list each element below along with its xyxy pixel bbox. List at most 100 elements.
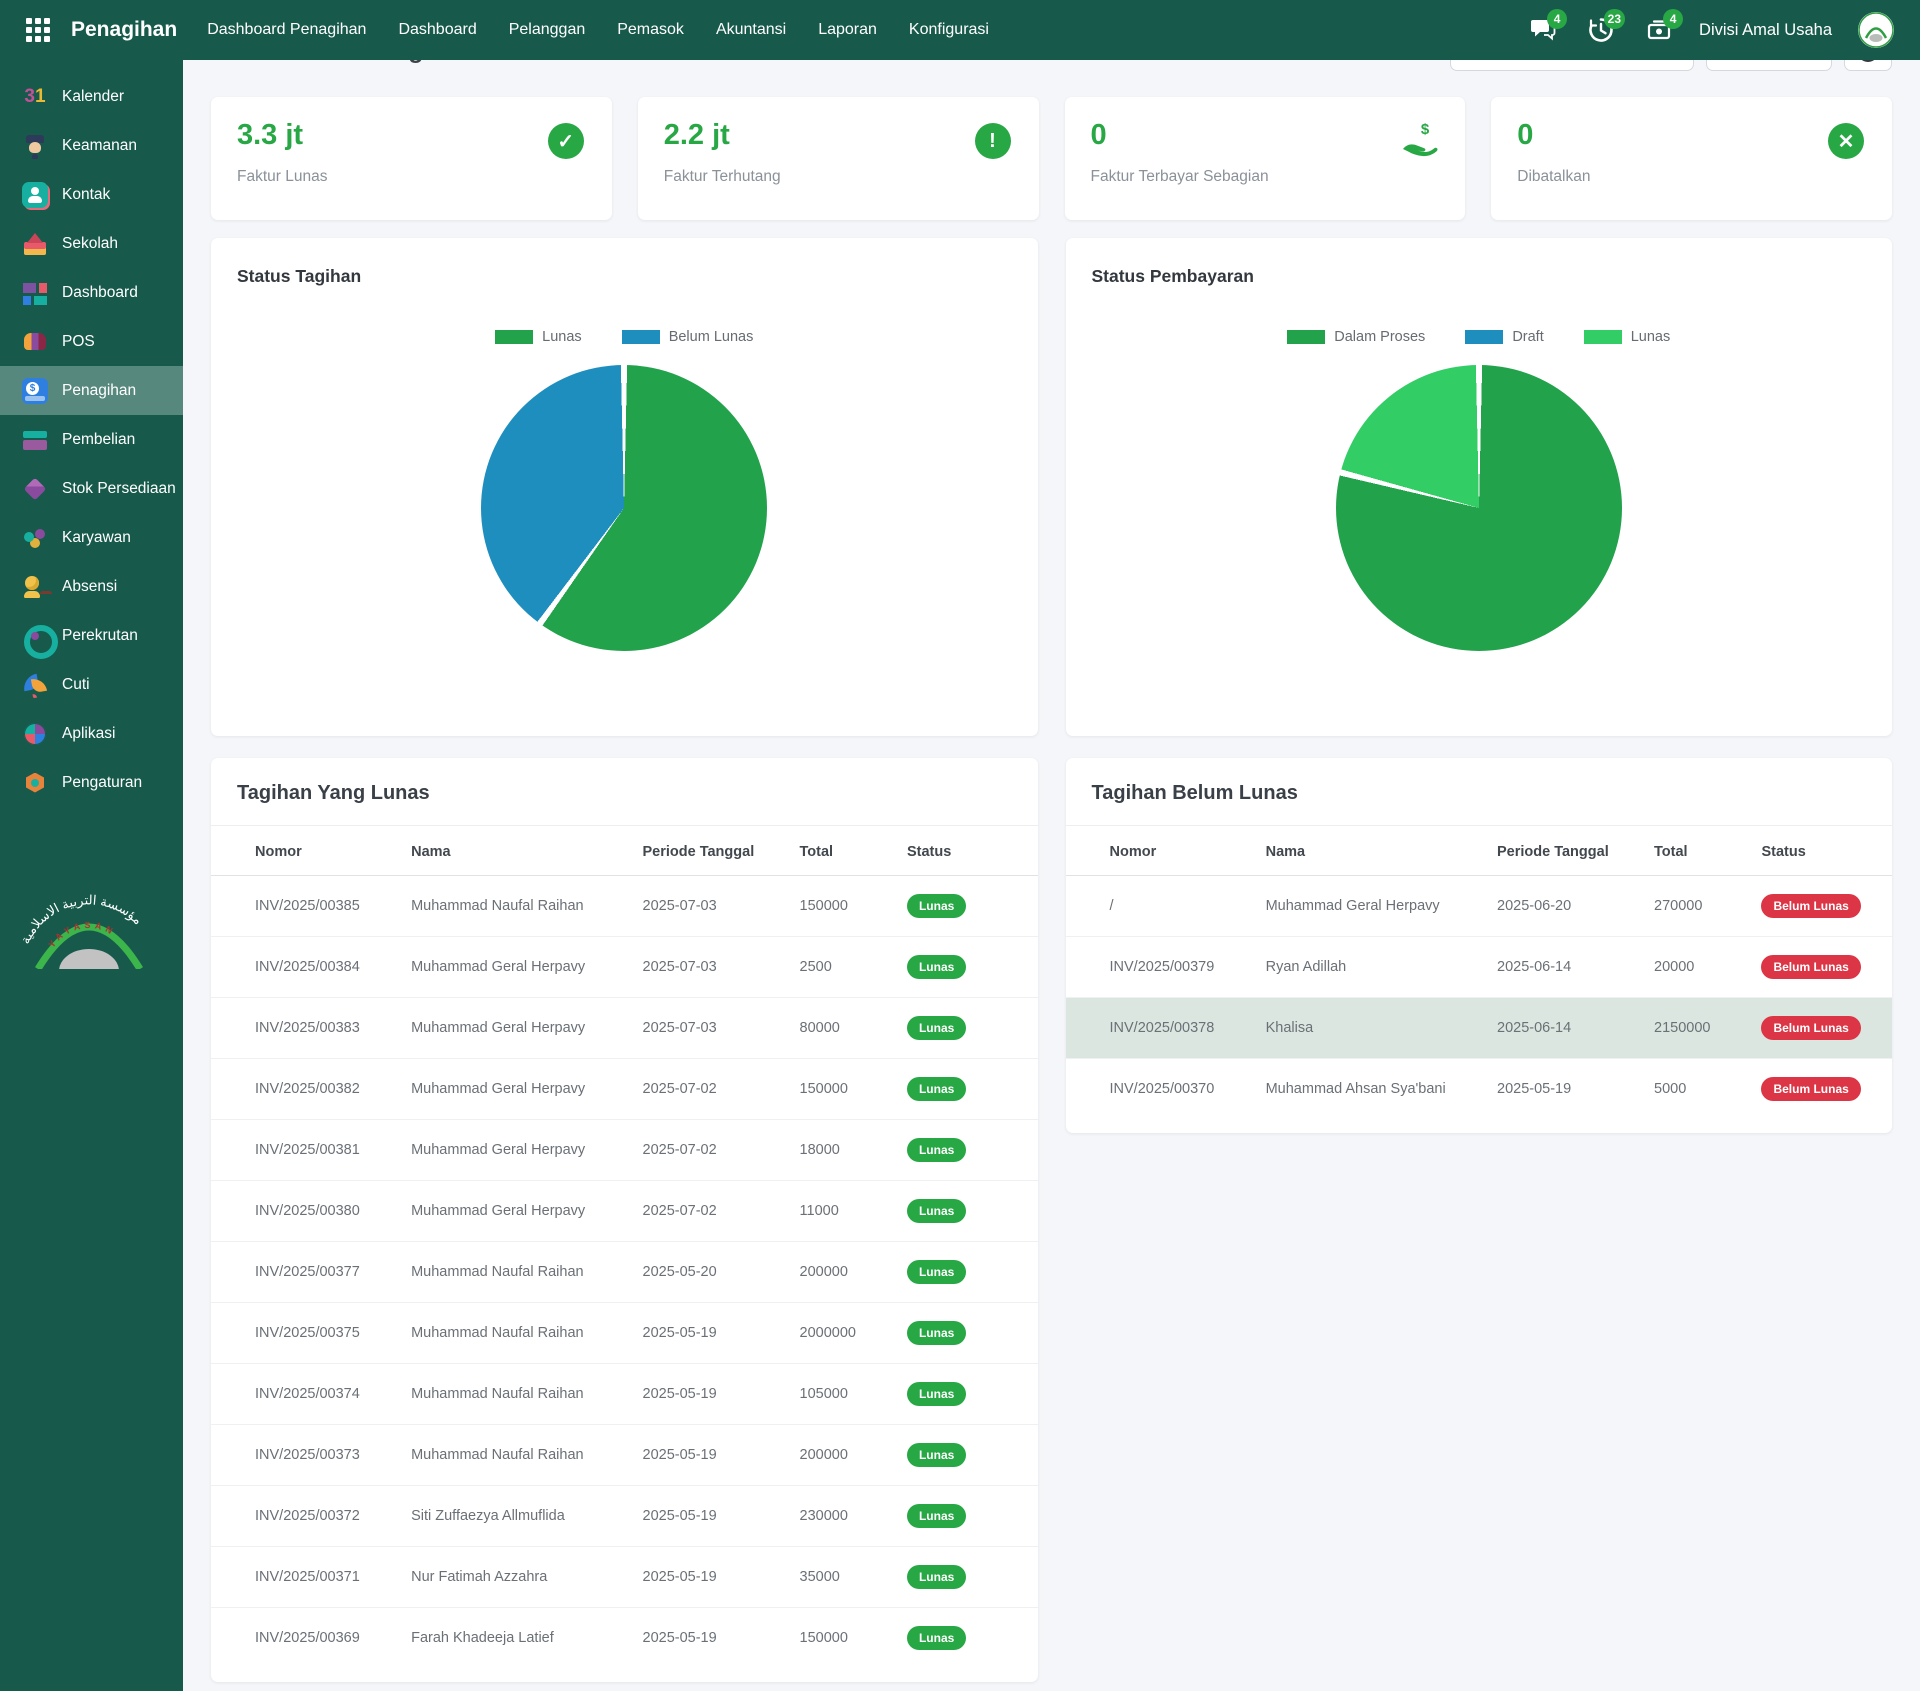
cell-periode: 2025-05-20 [633, 1242, 790, 1303]
cell-nomor: INV/2025/00383 [211, 998, 401, 1059]
notification-icons: 4 23 4 [1529, 16, 1673, 44]
chat-icon[interactable]: 4 [1529, 16, 1557, 44]
table-row[interactable]: INV/2025/00383Muhammad Geral Herpavy2025… [211, 998, 1038, 1059]
table-row[interactable]: INV/2025/00378Khalisa2025-06-142150000Be… [1066, 998, 1893, 1059]
sidebar-item-penagihan[interactable]: Penagihan [0, 366, 183, 415]
user-name[interactable]: Divisi Amal Usaha [1699, 21, 1832, 40]
legend-item-draft[interactable]: Draft [1465, 329, 1543, 345]
cell-total: 5000 [1644, 1059, 1751, 1120]
pos-awning-icon [22, 329, 48, 355]
cell-nomor: INV/2025/00379 [1066, 937, 1256, 998]
table-card-tagihan-yang-lunas: Tagihan Yang LunasNomorNamaPeriode Tangg… [211, 758, 1038, 1682]
cell-total: 80000 [790, 998, 897, 1059]
legend-label: Belum Lunas [669, 329, 754, 345]
billing-icon [22, 378, 48, 404]
sidebar-item-pengaturan[interactable]: Pengaturan [0, 758, 183, 807]
column-header-total: Total [790, 826, 897, 876]
cell-periode: 2025-05-19 [633, 1608, 790, 1669]
svg-text:$: $ [1421, 121, 1430, 138]
menu-item-konfigurasi[interactable]: Konfigurasi [909, 21, 989, 39]
legend-label: Lunas [542, 329, 582, 345]
menu-item-laporan[interactable]: Laporan [818, 21, 877, 39]
menu-item-dashboard[interactable]: Dashboard [398, 21, 476, 39]
sidebar-item-stok-persediaan[interactable]: Stok Persediaan [0, 464, 183, 513]
status-badge: Lunas [907, 1016, 966, 1040]
cell-total: 150000 [790, 1059, 897, 1120]
sidebar-nav: KalenderKeamananKontakSekolahDashboardPO… [0, 72, 183, 807]
table-title: Tagihan Yang Lunas [237, 782, 1012, 805]
dashboard-icon [22, 280, 48, 306]
legend-item-belum-lunas[interactable]: Belum Lunas [622, 329, 754, 345]
table-row[interactable]: INV/2025/00370Muhammad Ahsan Sya'bani202… [1066, 1059, 1893, 1120]
legend-item-dalam-proses[interactable]: Dalam Proses [1287, 329, 1425, 345]
sidebar-item-sekolah[interactable]: Sekolah [0, 219, 183, 268]
table-row[interactable]: INV/2025/00374Muhammad Naufal Raihan2025… [211, 1364, 1038, 1425]
table-row[interactable]: INV/2025/00385Muhammad Naufal Raihan2025… [211, 876, 1038, 937]
chart-title: Status Pembayaran [1092, 266, 1867, 287]
notification-badge: 4 [1663, 9, 1683, 29]
navbar-menu: Dashboard Penagihan Dashboard Pelanggan Pem… [207, 21, 989, 39]
status-badge: Belum Lunas [1761, 1077, 1860, 1101]
cell-nama: Muhammad Geral Herpavy [401, 1059, 632, 1120]
legend-swatch [1584, 330, 1622, 344]
sidebar-item-karyawan[interactable]: Karyawan [0, 513, 183, 562]
invoice-table: NomorNamaPeriode TanggalTotalStatus/Muha… [1066, 826, 1893, 1119]
sidebar-item-dashboard[interactable]: Dashboard [0, 268, 183, 317]
cell-periode: 2025-06-20 [1487, 876, 1644, 937]
table-row[interactable]: INV/2025/00381Muhammad Geral Herpavy2025… [211, 1120, 1038, 1181]
app-grid-icon[interactable] [26, 18, 51, 43]
table-row[interactable]: INV/2025/00375Muhammad Naufal Raihan2025… [211, 1303, 1038, 1364]
cell-periode: 2025-06-14 [1487, 937, 1644, 998]
column-header-nomor: Nomor [1066, 826, 1256, 876]
legend-item-lunas[interactable]: Lunas [495, 329, 582, 345]
stat-label: Faktur Lunas [237, 168, 586, 186]
table-row[interactable]: INV/2025/00379Ryan Adillah2025-06-142000… [1066, 937, 1893, 998]
main-content: Dashboard Penagihan 1 Jan 2025 - 31 Des … [183, 0, 1920, 1682]
school-icon [22, 231, 48, 257]
cell-total: 270000 [1644, 876, 1751, 937]
sidebar-item-pembelian[interactable]: Pembelian [0, 415, 183, 464]
avatar[interactable] [1858, 12, 1894, 48]
sidebar-item-cuti[interactable]: Cuti [0, 660, 183, 709]
menu-item-dashboard-penagihan[interactable]: Dashboard Penagihan [207, 21, 366, 39]
sidebar-item-absensi[interactable]: Absensi [0, 562, 183, 611]
sidebar-item-label: Perekrutan [62, 627, 138, 645]
stat-label: Faktur Terbayar Sebagian [1091, 168, 1440, 186]
payment-icon[interactable]: 4 [1645, 16, 1673, 44]
cell-nama: Muhammad Naufal Raihan [401, 876, 632, 937]
history-clock-icon[interactable]: 23 [1587, 16, 1615, 44]
table-row[interactable]: INV/2025/00382Muhammad Geral Herpavy2025… [211, 1059, 1038, 1120]
table-row[interactable]: INV/2025/00371Nur Fatimah Azzahra2025-05… [211, 1547, 1038, 1608]
table-row[interactable]: INV/2025/00384Muhammad Geral Herpavy2025… [211, 937, 1038, 998]
legend-label: Dalam Proses [1334, 329, 1425, 345]
cell-nomor: INV/2025/00375 [211, 1303, 401, 1364]
cell-total: 20000 [1644, 937, 1751, 998]
cell-periode: 2025-05-19 [633, 1486, 790, 1547]
cell-nomor: INV/2025/00370 [1066, 1059, 1256, 1120]
table-row[interactable]: INV/2025/00372Siti Zuffaezya Allmuflida2… [211, 1486, 1038, 1547]
sidebar-item-label: Pengaturan [62, 774, 142, 792]
menu-item-pemasok[interactable]: Pemasok [617, 21, 684, 39]
sidebar-item-pos[interactable]: POS [0, 317, 183, 366]
legend-item-lunas[interactable]: Lunas [1584, 329, 1671, 345]
cell-total: 105000 [790, 1364, 897, 1425]
table-row[interactable]: INV/2025/00380Muhammad Geral Herpavy2025… [211, 1181, 1038, 1242]
table-row[interactable]: INV/2025/00377Muhammad Naufal Raihan2025… [211, 1242, 1038, 1303]
cell-total: 35000 [790, 1547, 897, 1608]
table-row[interactable]: INV/2025/00369Farah Khadeeja Latief2025-… [211, 1608, 1038, 1669]
table-row[interactable]: INV/2025/00373Muhammad Naufal Raihan2025… [211, 1425, 1038, 1486]
table-row[interactable]: /Muhammad Geral Herpavy2025-06-20270000B… [1066, 876, 1893, 937]
legend-swatch [1287, 330, 1325, 344]
menu-item-pelanggan[interactable]: Pelanggan [509, 21, 586, 39]
sidebar-item-kalender[interactable]: Kalender [0, 72, 183, 121]
sidebar-item-kontak[interactable]: Kontak [0, 170, 183, 219]
chart-title: Status Tagihan [237, 266, 1012, 287]
sidebar-item-perekrutan[interactable]: Perekrutan [0, 611, 183, 660]
chart-card-status-pembayaran: Status Pembayaran Dalam Proses Draft Lunas [1066, 238, 1893, 736]
menu-item-akuntansi[interactable]: Akuntansi [716, 21, 786, 39]
cell-total: 2150000 [1644, 998, 1751, 1059]
cell-nama: Muhammad Naufal Raihan [401, 1242, 632, 1303]
sidebar-item-keamanan[interactable]: Keamanan [0, 121, 183, 170]
cell-nomor: INV/2025/00377 [211, 1242, 401, 1303]
sidebar-item-aplikasi[interactable]: Aplikasi [0, 709, 183, 758]
